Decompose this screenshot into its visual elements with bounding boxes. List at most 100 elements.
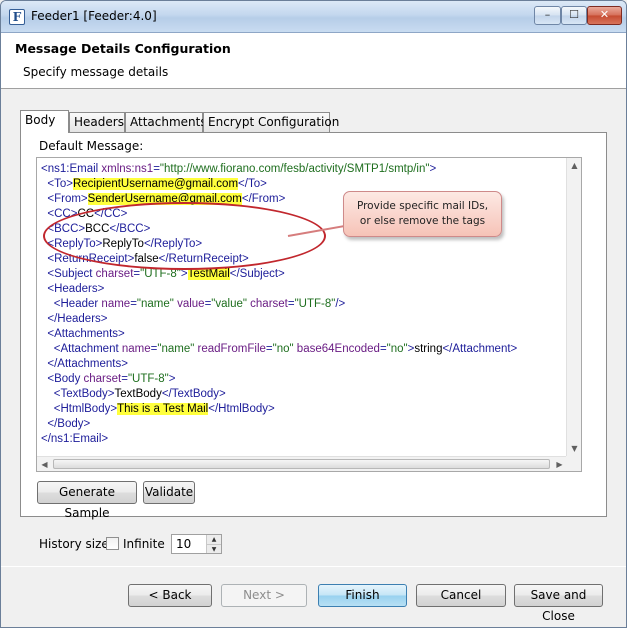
xml-text — [41, 343, 54, 355]
annotation-oval — [43, 202, 326, 270]
tab-body[interactable]: Body — [20, 110, 69, 133]
default-message-label: Default Message: — [37, 139, 146, 153]
xml-tag: <Subject — [47, 268, 96, 280]
history-size-spinner[interactable]: 10 ▲ ▼ — [171, 534, 222, 554]
xml-tag: <To> — [47, 178, 73, 190]
xml-attribute: name — [101, 298, 131, 310]
scroll-down-icon[interactable]: ▼ — [567, 441, 581, 456]
xml-attribute-value: "UTF-8" — [127, 373, 169, 385]
code-line[interactable]: <Headers> — [41, 282, 561, 297]
xml-tag: </ns1:Email> — [41, 433, 109, 445]
page-subtitle: Specify message details — [23, 65, 169, 79]
save-and-close-button[interactable]: Save and Close — [514, 584, 603, 623]
xml-text — [41, 298, 54, 310]
xml-tag: <Body — [47, 373, 84, 385]
xml-attribute: charset — [95, 268, 134, 280]
history-size-label: History size: — [39, 537, 113, 551]
xml-tag: </Subject> — [229, 268, 285, 280]
scroll-left-icon[interactable]: ◀ — [37, 457, 52, 471]
xml-attribute: readFromFile — [197, 343, 266, 355]
infinite-label[interactable]: Infinite — [123, 537, 165, 551]
xml-highlighted-value: RecipientUsername@gmail.com — [72, 178, 239, 190]
xml-tag: > — [429, 163, 437, 175]
tab-encrypt-configuration[interactable]: Encrypt Configuration — [203, 112, 339, 132]
cancel-button[interactable]: Cancel — [416, 584, 506, 607]
window-title: Feeder1 [Feeder:4.0] — [31, 9, 157, 23]
xml-tag: /> — [335, 298, 346, 310]
annotation-line-1: Provide specific mail IDs, — [356, 200, 489, 212]
dialog-window: F Feeder1 [Feeder:4.0] – ☐ ✕ Message Det… — [0, 0, 627, 628]
vertical-scrollbar[interactable]: ▲ ▼ — [566, 158, 581, 456]
code-line[interactable]: <To>RecipientUsername@gmail.com</To> — [41, 177, 561, 192]
footer-separator — [1, 566, 626, 567]
code-line[interactable]: <Attachments> — [41, 327, 561, 342]
xml-attribute-value: "value" — [211, 298, 247, 310]
generate-sample-button[interactable]: Generate Sample — [37, 481, 137, 520]
xml-tag: </To> — [238, 178, 267, 190]
close-button[interactable]: ✕ — [587, 6, 622, 25]
xml-attribute: value — [177, 298, 205, 310]
app-icon: F — [9, 9, 25, 25]
xml-tag: <HtmlBody> — [53, 403, 118, 415]
finish-button[interactable]: Finish — [318, 584, 407, 607]
xml-tag: = — [130, 298, 137, 310]
code-line[interactable]: </Body> — [41, 417, 561, 432]
horizontal-scroll-thumb[interactable] — [53, 459, 550, 469]
code-line[interactable]: <Body charset="UTF-8"> — [41, 372, 561, 387]
xml-attribute-value: "name" — [136, 298, 174, 310]
xml-attribute-value: "no" — [386, 343, 408, 355]
next-button[interactable]: Next > — [221, 584, 307, 607]
tab-attachments[interactable]: Attachments — [125, 112, 207, 132]
xml-tag: <ns1:Email — [41, 163, 102, 175]
xml-text — [41, 388, 54, 400]
spin-down-icon[interactable]: ▼ — [206, 544, 221, 553]
xml-attribute-value: "UTF-8" — [294, 298, 336, 310]
xml-highlighted-value: This is a Test Mail — [117, 403, 209, 415]
code-line[interactable]: </Attachments> — [41, 357, 561, 372]
code-line[interactable]: <ns1:Email xmlns:ns1="http://www.fiorano… — [41, 162, 561, 177]
annotation-line-2: or else remove the tags — [359, 215, 486, 227]
xml-attribute: base64Encoded — [296, 343, 380, 355]
title-bar[interactable]: F Feeder1 [Feeder:4.0] – ☐ ✕ — [1, 1, 626, 33]
wizard-header: Message Details Configuration Specify me… — [1, 33, 626, 89]
xml-tag: = — [153, 163, 160, 175]
code-line[interactable]: <HtmlBody>This is a Test Mail</HtmlBody> — [41, 402, 561, 417]
code-line[interactable]: <Header name="name" value="value" charse… — [41, 297, 561, 312]
annotation-callout: Provide specific mail IDs, or else remov… — [343, 191, 502, 237]
xml-tag: > — [168, 373, 176, 385]
xml-tag: <Header — [53, 298, 102, 310]
maximize-button[interactable]: ☐ — [561, 6, 587, 25]
history-size-value[interactable]: 10 — [176, 537, 191, 551]
xml-attribute-value: "name" — [157, 343, 195, 355]
validate-button[interactable]: Validate — [143, 481, 195, 504]
spin-up-icon[interactable]: ▲ — [206, 535, 221, 544]
code-line[interactable]: <TextBody>TextBody</TextBody> — [41, 387, 561, 402]
xml-text: string — [414, 343, 443, 355]
xml-tag: = — [121, 373, 128, 385]
xml-tag: </Attachment> — [442, 343, 518, 355]
scroll-up-icon[interactable]: ▲ — [567, 158, 581, 173]
xml-tag: = — [287, 298, 295, 310]
xml-tag: </TextBody> — [161, 388, 226, 400]
xml-tag: <Headers> — [47, 283, 105, 295]
infinite-checkbox[interactable] — [106, 537, 119, 550]
code-line[interactable]: <Subject charset="UTF-8">TestMail</Subje… — [41, 267, 561, 282]
xml-text — [41, 403, 54, 415]
scroll-right-icon[interactable]: ▶ — [552, 457, 567, 471]
xml-tag: <TextBody> — [53, 388, 115, 400]
xml-text: TextBody — [114, 388, 162, 400]
tab-headers[interactable]: Headers — [69, 112, 125, 132]
xml-attribute: name — [121, 343, 151, 355]
back-button[interactable]: < Back — [128, 584, 212, 607]
code-line[interactable]: </Headers> — [41, 312, 561, 327]
page-title: Message Details Configuration — [15, 41, 231, 56]
code-line[interactable]: <Attachment name="name" readFromFile="no… — [41, 342, 561, 357]
xml-tag: <Attachments> — [47, 328, 125, 340]
code-line[interactable]: </ns1:Email> — [41, 432, 561, 447]
xml-tag: </Attachments> — [47, 358, 128, 370]
horizontal-scrollbar[interactable]: ◀ ▶ — [37, 456, 567, 471]
xml-tag: = — [265, 343, 273, 355]
scrollbar-corner — [566, 456, 581, 471]
minimize-button[interactable]: – — [534, 6, 561, 25]
xml-tag: = — [379, 343, 387, 355]
